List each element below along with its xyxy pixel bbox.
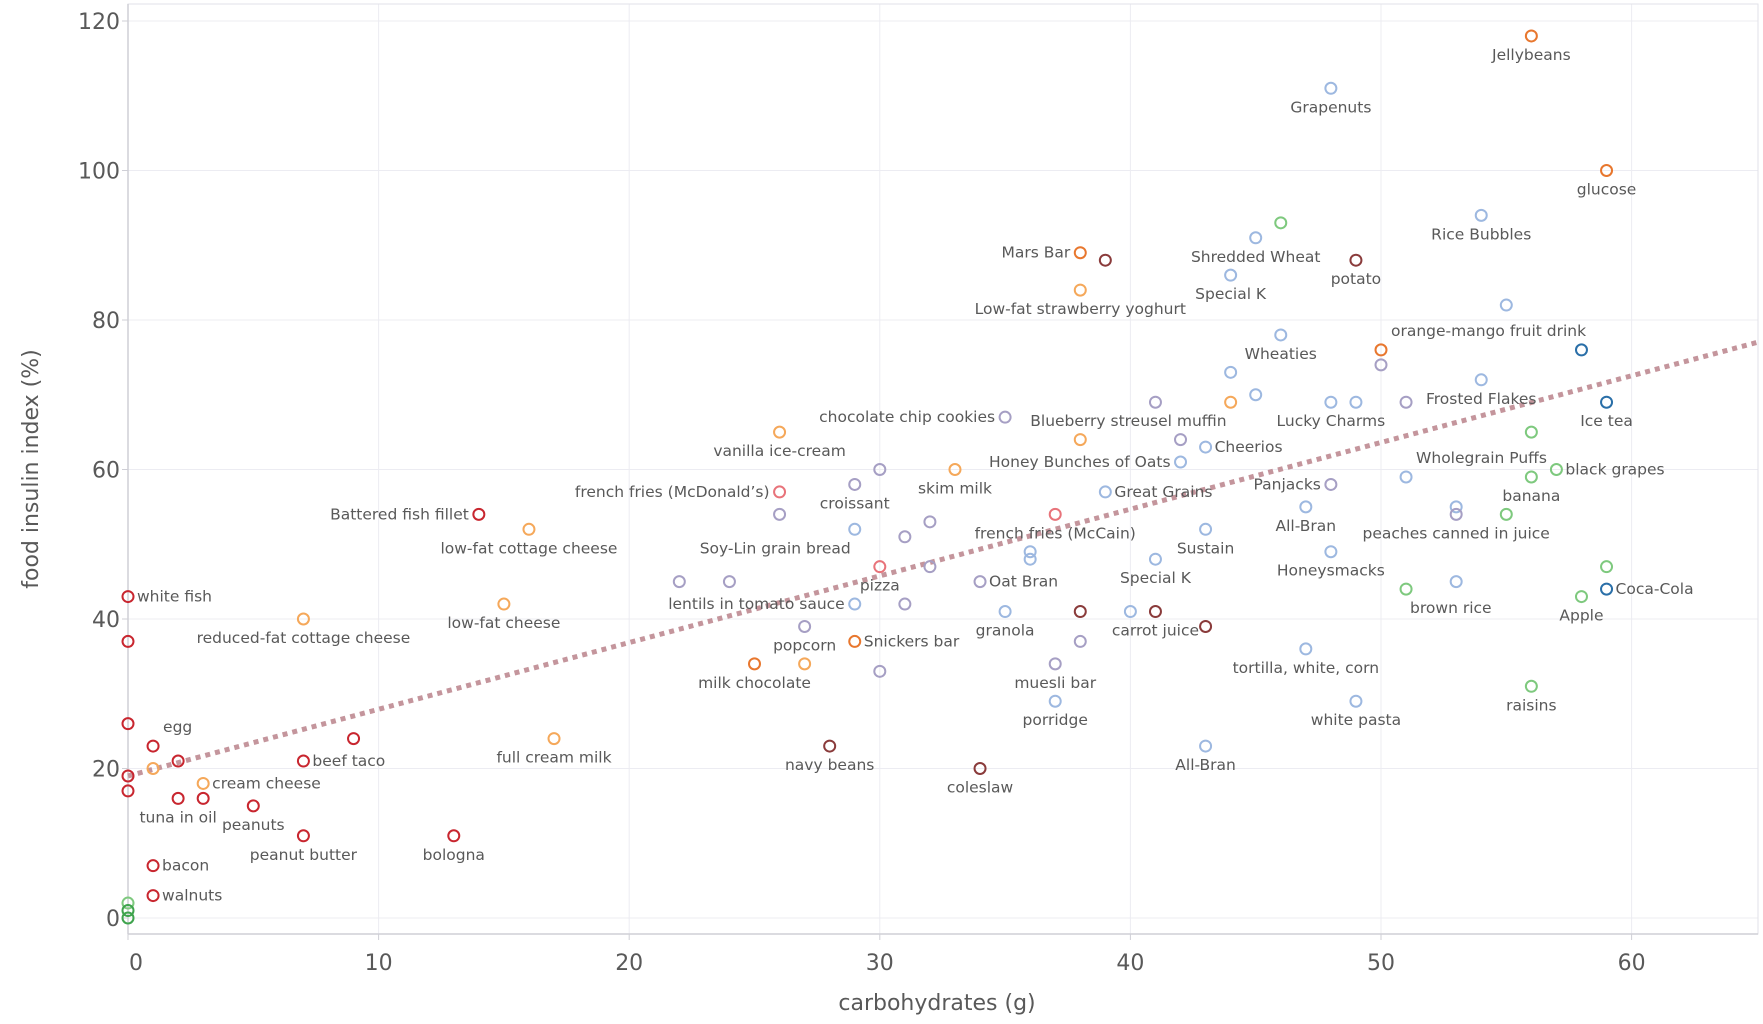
data-label: Sustain [1177, 539, 1234, 557]
data-label: Jellybeans [1491, 46, 1571, 64]
data-label: Coca-Cola [1616, 580, 1694, 598]
data-label: Great Grains [1114, 483, 1212, 501]
data-label: white fish [137, 588, 212, 606]
data-label: potato [1331, 270, 1381, 288]
data-label: Rice Bubbles [1431, 225, 1531, 243]
y-tick-label: 80 [92, 309, 120, 334]
data-label: skim milk [918, 480, 992, 498]
data-label: muesli bar [1014, 674, 1096, 692]
data-label: Grapenuts [1290, 98, 1371, 116]
data-label: tuna in oil [139, 808, 216, 826]
data-label: Soy-Lin grain bread [700, 539, 851, 557]
data-label: Ice tea [1580, 412, 1633, 430]
data-label: peanut butter [250, 846, 358, 864]
data-label: carrot juice [1112, 622, 1199, 640]
x-tick-label: 20 [615, 951, 643, 976]
data-label: Oat Bran [989, 573, 1058, 591]
data-label: reduced-fat cottage cheese [197, 629, 411, 647]
data-label: brown rice [1410, 599, 1492, 617]
data-label: Special K [1195, 285, 1267, 303]
data-label: All-Bran [1276, 517, 1337, 535]
data-label: french fries (McCain) [975, 524, 1136, 542]
data-label: Frosted Flakes [1426, 390, 1537, 408]
y-tick-label: 20 [92, 758, 120, 783]
x-tick-label: 50 [1367, 951, 1395, 976]
y-tick-label: 60 [92, 459, 120, 484]
y-tick-label: 40 [92, 608, 120, 633]
data-label: Honey Bunches of Oats [989, 453, 1170, 471]
scatter-chart: 0 10 20 30 40 50 60 0 20 40 60 80 100 120 Jellybeans G… [0, 0, 1763, 1024]
data-label: peanuts [222, 816, 285, 834]
data-label: black grapes [1565, 461, 1664, 479]
data-label: milk chocolate [698, 674, 811, 692]
data-label: cream cheese [212, 774, 321, 792]
y-axis-title: food insulin index (%) [19, 349, 44, 589]
data-label: Blueberry streusel muffin [1030, 412, 1226, 430]
data-label: glucose [1577, 181, 1637, 199]
data-label: chocolate chip cookies [819, 408, 995, 426]
data-label: Honeysmacks [1277, 562, 1385, 580]
data-label: bologna [423, 846, 485, 864]
data-label: full cream milk [496, 749, 611, 767]
data-label: banana [1502, 487, 1560, 505]
data-label: porridge [1023, 711, 1088, 729]
data-label: low-fat cottage cheese [440, 539, 617, 557]
x-tick-label: 60 [1618, 951, 1646, 976]
x-axis-title: carbohydrates (g) [838, 991, 1035, 1016]
data-label: tortilla, white, corn [1233, 659, 1380, 677]
data-label: peaches canned in juice [1363, 524, 1550, 542]
data-label: popcorn [773, 636, 836, 654]
y-tick-label: 0 [106, 907, 120, 932]
data-label: Low-fat strawberry yoghurt [975, 300, 1186, 318]
data-label: pizza [860, 577, 900, 595]
data-label: low-fat cheese [447, 614, 560, 632]
data-label: All-Bran [1175, 756, 1236, 774]
data-label: Wheaties [1245, 345, 1317, 363]
x-tick-label: 10 [365, 951, 393, 976]
data-label: navy beans [785, 756, 874, 774]
data-label: Special K [1120, 569, 1192, 587]
x-tick-label: 0 [129, 951, 143, 976]
data-label: Battered fish fillet [330, 505, 469, 523]
data-label: Mars Bar [1002, 244, 1071, 262]
data-label: Snickers bar [864, 632, 960, 650]
data-label: bacon [162, 857, 209, 875]
y-tick-label: 120 [78, 10, 120, 35]
x-tick-label: 40 [1116, 951, 1144, 976]
y-tick-label: 100 [78, 160, 120, 185]
data-label: croissant [820, 494, 890, 512]
data-label: french fries (McDonald’s) [575, 483, 770, 501]
data-label: lentils in tomato sauce [668, 595, 845, 613]
data-label: Wholegrain Puffs [1416, 449, 1547, 467]
data-label: walnuts [162, 887, 222, 905]
data-label: Panjacks [1254, 475, 1321, 493]
data-label: beef taco [312, 752, 385, 770]
data-label: Apple [1559, 607, 1603, 625]
data-label: Cheerios [1215, 438, 1283, 456]
data-label: raisins [1506, 696, 1556, 714]
data-label: orange-mango fruit drink [1391, 322, 1586, 340]
data-label: Lucky Charms [1277, 412, 1386, 430]
data-label: Shredded Wheat [1191, 248, 1320, 266]
data-label: granola [976, 622, 1035, 640]
data-label: vanilla ice-cream [713, 442, 845, 460]
data-label: coleslaw [947, 779, 1014, 797]
data-label: white pasta [1311, 711, 1401, 729]
data-label: egg [163, 718, 192, 736]
x-tick-label: 30 [866, 951, 894, 976]
